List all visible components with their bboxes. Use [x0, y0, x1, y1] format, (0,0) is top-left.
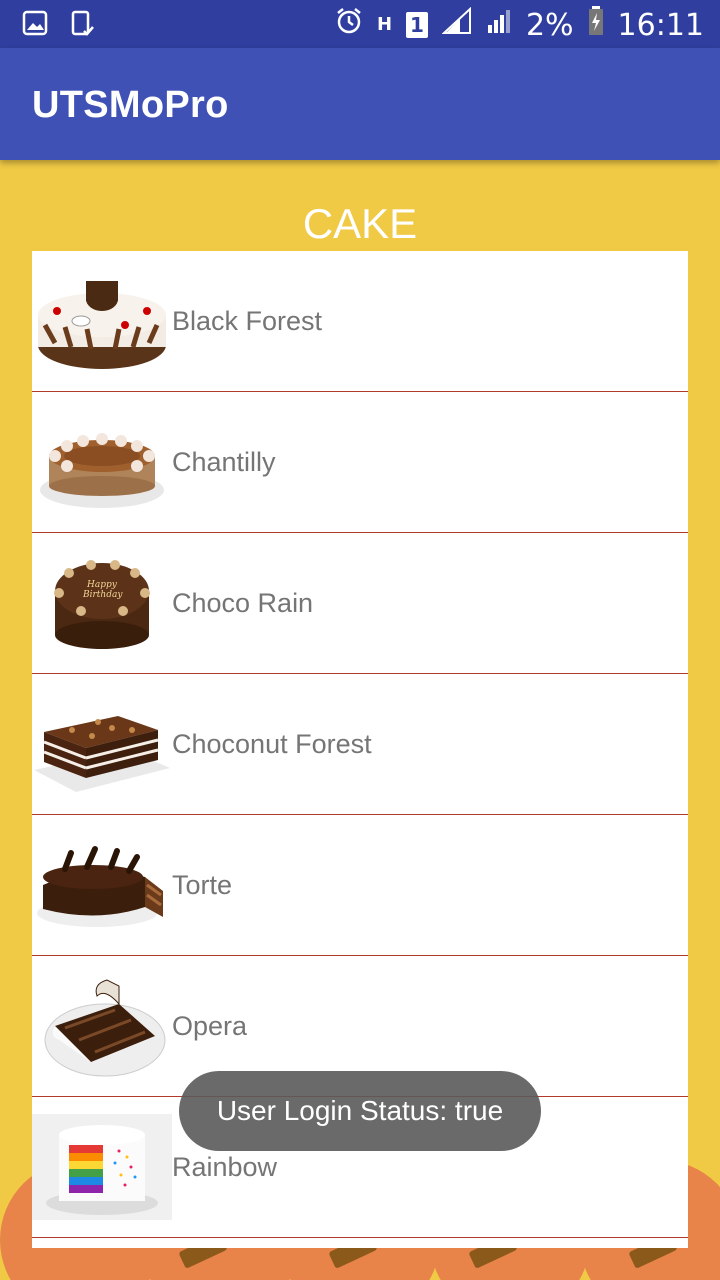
cake-thumbnail [32, 268, 172, 374]
signal-strength-icon [441, 6, 472, 43]
cake-thumbnail [32, 409, 172, 515]
app-title: UTSMoPro [32, 84, 229, 126]
cake-thumbnail [32, 973, 172, 1079]
signal-strength-2-icon [486, 7, 512, 43]
phone-check-notification-icon [70, 10, 96, 43]
login-status-toast: User Login Status: true [179, 1071, 541, 1151]
cake-thumbnail [32, 832, 172, 938]
cake-list-item[interactable]: Choconut Forest [32, 674, 688, 815]
battery-percent: 2% [525, 7, 574, 43]
network-type-icon: H [376, 14, 393, 35]
cake-name: Choco Rain [172, 587, 314, 618]
sim-slot-icon: 1 [406, 12, 428, 38]
sim-slot-label: 1 [410, 13, 424, 37]
app-bar: UTSMoPro [0, 48, 720, 160]
cake-list-item[interactable]: Chantilly [32, 392, 688, 533]
network-type-label: H [376, 14, 393, 35]
cake-thumbnail: Happy Birthday [32, 550, 172, 656]
cake-list-item[interactable]: Happy Birthday Choco Rain [32, 533, 688, 674]
cake-name: Opera [172, 1010, 248, 1041]
clock-time: 16:11 [617, 7, 704, 43]
status-bar: H 1 2% 16:11 [0, 0, 720, 48]
cake-list-item[interactable]: Torte [32, 815, 688, 956]
cake-name: Chantilly [172, 446, 276, 477]
battery-charging-icon [588, 6, 604, 44]
cake-name: Rainbow [172, 1151, 278, 1182]
cake-list-item[interactable]: Black Forest [32, 251, 688, 392]
cake-name: Choconut Forest [172, 728, 372, 759]
cake-name: Black Forest [172, 305, 323, 336]
cake-name: Torte [172, 869, 233, 900]
svg-text:Happy: Happy [86, 580, 118, 590]
cake-thumbnail [32, 691, 172, 797]
svg-text:Birthday: Birthday [82, 590, 123, 600]
cake-thumbnail [32, 1114, 172, 1220]
alarm-icon [335, 7, 363, 43]
gallery-notification-icon [22, 10, 48, 43]
section-title: CAKE [302, 200, 418, 247]
